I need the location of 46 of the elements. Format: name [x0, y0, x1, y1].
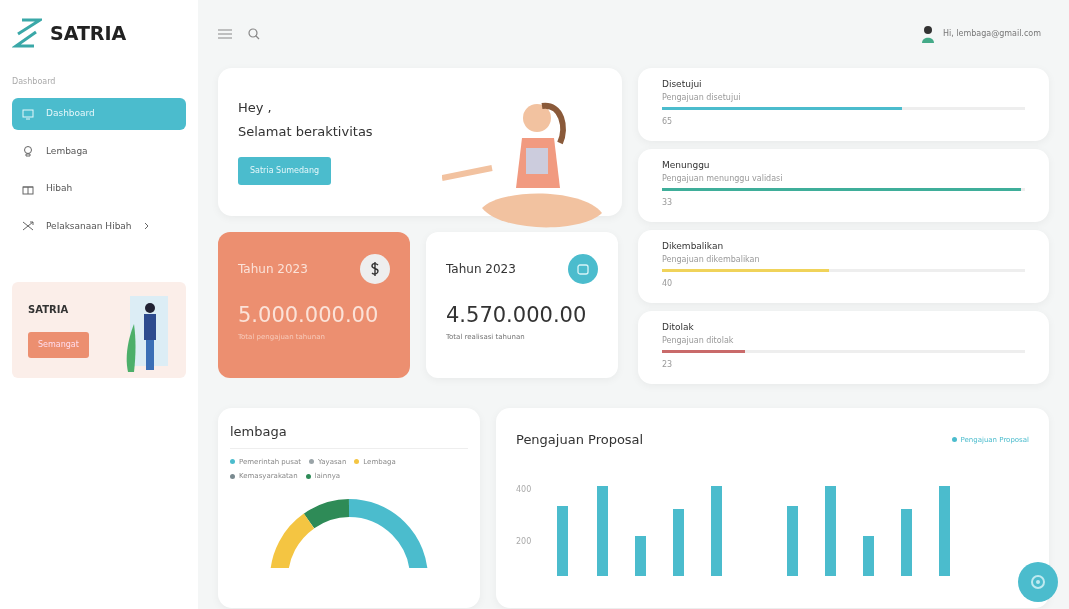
- status-count: 40: [662, 277, 674, 290]
- status-title: Menunggu: [662, 159, 711, 172]
- chart-bar: [787, 505, 799, 576]
- dollar-icon: [370, 262, 380, 276]
- avatar-icon: [920, 25, 935, 43]
- status-title: Dikembalikan: [662, 240, 725, 253]
- status-subtitle: Pengajuan disetujui: [662, 91, 742, 104]
- search-icon[interactable]: [248, 28, 260, 40]
- shuffle-icon: [22, 220, 34, 233]
- settings-button[interactable]: [1018, 562, 1058, 602]
- sidebar-item[interactable]: Lembaga: [12, 135, 186, 167]
- monitor-icon: [22, 107, 34, 120]
- section-heading: Dashboard: [12, 76, 57, 88]
- brand-name: SATRIA: [50, 20, 127, 46]
- status-count: 65: [662, 115, 674, 128]
- chart-bar: [863, 535, 875, 576]
- welcome-message: Selamat beraktivitas: [238, 122, 373, 141]
- status-subtitle: Pengajuan ditolak: [662, 334, 735, 347]
- stat-title: Tahun 2023: [446, 261, 516, 278]
- settings-icon: [1030, 574, 1046, 590]
- status-title: Disetujui: [662, 78, 703, 91]
- logo-icon: [12, 18, 42, 48]
- user-menu[interactable]: Hi, lembaga@gmail.com: [942, 28, 1041, 40]
- legend-dot-icon: [951, 437, 957, 443]
- card-title: lembaga: [230, 422, 468, 449]
- sidebar-item[interactable]: Hibah: [12, 173, 186, 205]
- chart-bar: [901, 508, 913, 576]
- status-subtitle: Pengajuan dikembalikan: [662, 253, 761, 266]
- stat-title: Tahun 2023: [238, 261, 308, 278]
- sidebar-item[interactable]: Pelaksanaan Hibah: [12, 210, 186, 242]
- menu-icon[interactable]: [218, 29, 232, 39]
- chart-bar: [673, 508, 685, 576]
- promo-title: SATRIA: [28, 303, 70, 317]
- stat-value: 5.000.000.00: [238, 302, 380, 329]
- axis-label: 400: [516, 483, 532, 496]
- card-title: Pengajuan Proposal: [516, 431, 644, 449]
- stat-value: 4.570.000.00: [446, 302, 588, 329]
- axis-label: 200: [516, 535, 532, 548]
- chart-bar: [557, 505, 569, 576]
- status-subtitle: Pengajuan menunggu validasi: [662, 172, 784, 185]
- greeting-text: Hey ,: [238, 99, 273, 117]
- chart-bar: [635, 535, 647, 576]
- status-title: Ditolak: [662, 321, 695, 334]
- status-count: 23: [662, 358, 674, 371]
- status-count: 33: [662, 196, 674, 209]
- bulb-icon: [22, 145, 34, 158]
